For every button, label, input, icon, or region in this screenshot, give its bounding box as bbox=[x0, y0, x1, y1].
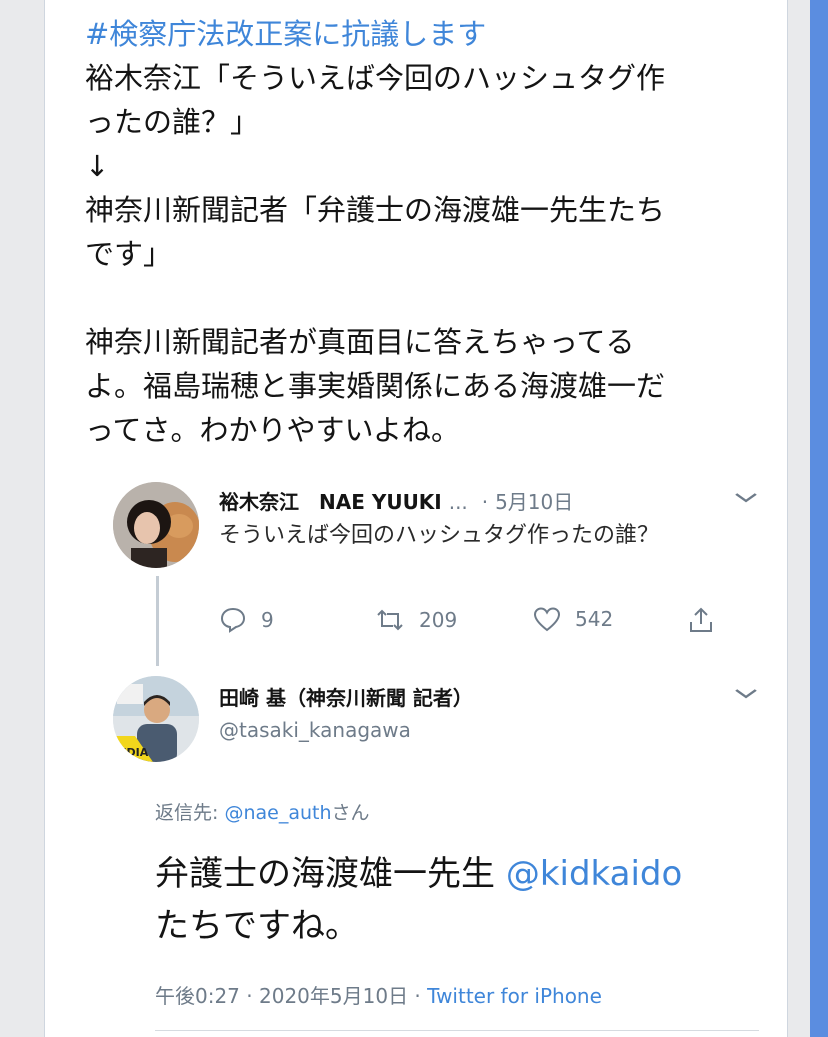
tweet-line: ったの誰？」 bbox=[85, 105, 260, 139]
avatar-photo-icon: EDIA bbox=[113, 676, 199, 762]
retweet-count: 209 bbox=[419, 608, 458, 632]
like-button[interactable]: 542 bbox=[533, 606, 613, 632]
reply-text-part: たちですね。 bbox=[155, 906, 359, 946]
reply-text-part: 弁護士の海渡雄一先生 bbox=[155, 854, 506, 894]
tweet-line: よ。福島瑞穂と事実婚関係にある海渡雄一だ bbox=[85, 369, 666, 403]
tweet-line: 裕木奈江「そういえば今回のハッシュタグ作 bbox=[85, 61, 666, 95]
retweet-icon bbox=[377, 609, 403, 631]
tweet-source-link[interactable]: Twitter for iPhone bbox=[427, 984, 602, 1008]
tweet-body: #検察庁法改正案に抗議します 裕木奈江「そういえば今回のハッシュタグ作 ったの誰… bbox=[85, 12, 765, 452]
display-name[interactable]: 裕木奈江 NAE YUUKI bbox=[219, 490, 442, 514]
reply-to-suffix: さん bbox=[331, 802, 370, 824]
tweet-date[interactable]: 5月10日 bbox=[495, 490, 573, 514]
meta-separator: · bbox=[239, 984, 259, 1008]
reply-to-line: 返信先: @nae_authさん bbox=[155, 798, 370, 825]
tweet-card: #検察庁法改正案に抗議します 裕木奈江「そういえば今回のハッシュタグ作 ったの誰… bbox=[44, 0, 788, 1037]
thread-connector bbox=[156, 576, 159, 666]
separator: · bbox=[481, 490, 489, 514]
share-button[interactable] bbox=[687, 606, 715, 634]
divider bbox=[155, 1030, 759, 1031]
reply-display-name[interactable]: 田崎 基（神奈川新聞 記者） bbox=[219, 682, 473, 711]
reply-handle[interactable]: @tasaki_kanagawa bbox=[219, 718, 411, 742]
reply-to-mention[interactable]: @nae_auth bbox=[224, 802, 331, 824]
ellipsis: ... bbox=[448, 490, 468, 514]
retweet-button[interactable]: 209 bbox=[375, 606, 457, 634]
tweet-line: ↓ bbox=[85, 149, 110, 183]
quoted-text: そういえば今回のハッシュタグ作ったの誰？ bbox=[219, 523, 660, 548]
avatar-nae-yuuki[interactable] bbox=[113, 482, 199, 568]
share-icon bbox=[690, 607, 712, 632]
reply-count: 9 bbox=[261, 608, 274, 632]
tweet-meta: 午後0:27 · 2020年5月10日 · Twitter for iPhone bbox=[155, 980, 602, 1009]
reply-button[interactable]: 9 bbox=[219, 606, 274, 634]
svg-text:EDIA: EDIA bbox=[119, 746, 149, 759]
heart-icon bbox=[533, 607, 561, 632]
reply-icon bbox=[220, 607, 246, 633]
meta-separator: · bbox=[408, 984, 428, 1008]
action-bar: 9 209 542 bbox=[219, 606, 749, 642]
like-count: 542 bbox=[575, 607, 614, 631]
mention-link[interactable]: @kidkaido bbox=[506, 854, 682, 894]
chevron-down-icon[interactable] bbox=[733, 488, 758, 509]
reply-text: 弁護士の海渡雄一先生 @kidkaido たちですね。 bbox=[155, 848, 775, 952]
hashtag-link[interactable]: #検察庁法改正案に抗議します bbox=[85, 12, 765, 56]
avatar-tasaki[interactable]: EDIA bbox=[113, 676, 199, 762]
tweet-line: です」 bbox=[85, 237, 173, 271]
tweet-line: 神奈川新聞記者が真面目に答えちゃってる bbox=[85, 325, 635, 359]
quoted-header: 裕木奈江 NAE YUUKI ... · 5月10日 bbox=[219, 486, 573, 515]
reply-to-label: 返信先: bbox=[155, 802, 225, 824]
avatar-photo-icon bbox=[113, 482, 199, 568]
tweet-line: ってさ。わかりやすいよね。 bbox=[85, 413, 460, 447]
tweet-time: 午後0:27 bbox=[155, 984, 240, 1008]
right-edge-bar bbox=[810, 0, 828, 1037]
tweet-full-date: 2020年5月10日 bbox=[259, 984, 409, 1008]
tweet-line: 神奈川新聞記者「弁護士の海渡雄一先生たち bbox=[85, 193, 666, 227]
chevron-down-icon[interactable] bbox=[733, 684, 758, 705]
